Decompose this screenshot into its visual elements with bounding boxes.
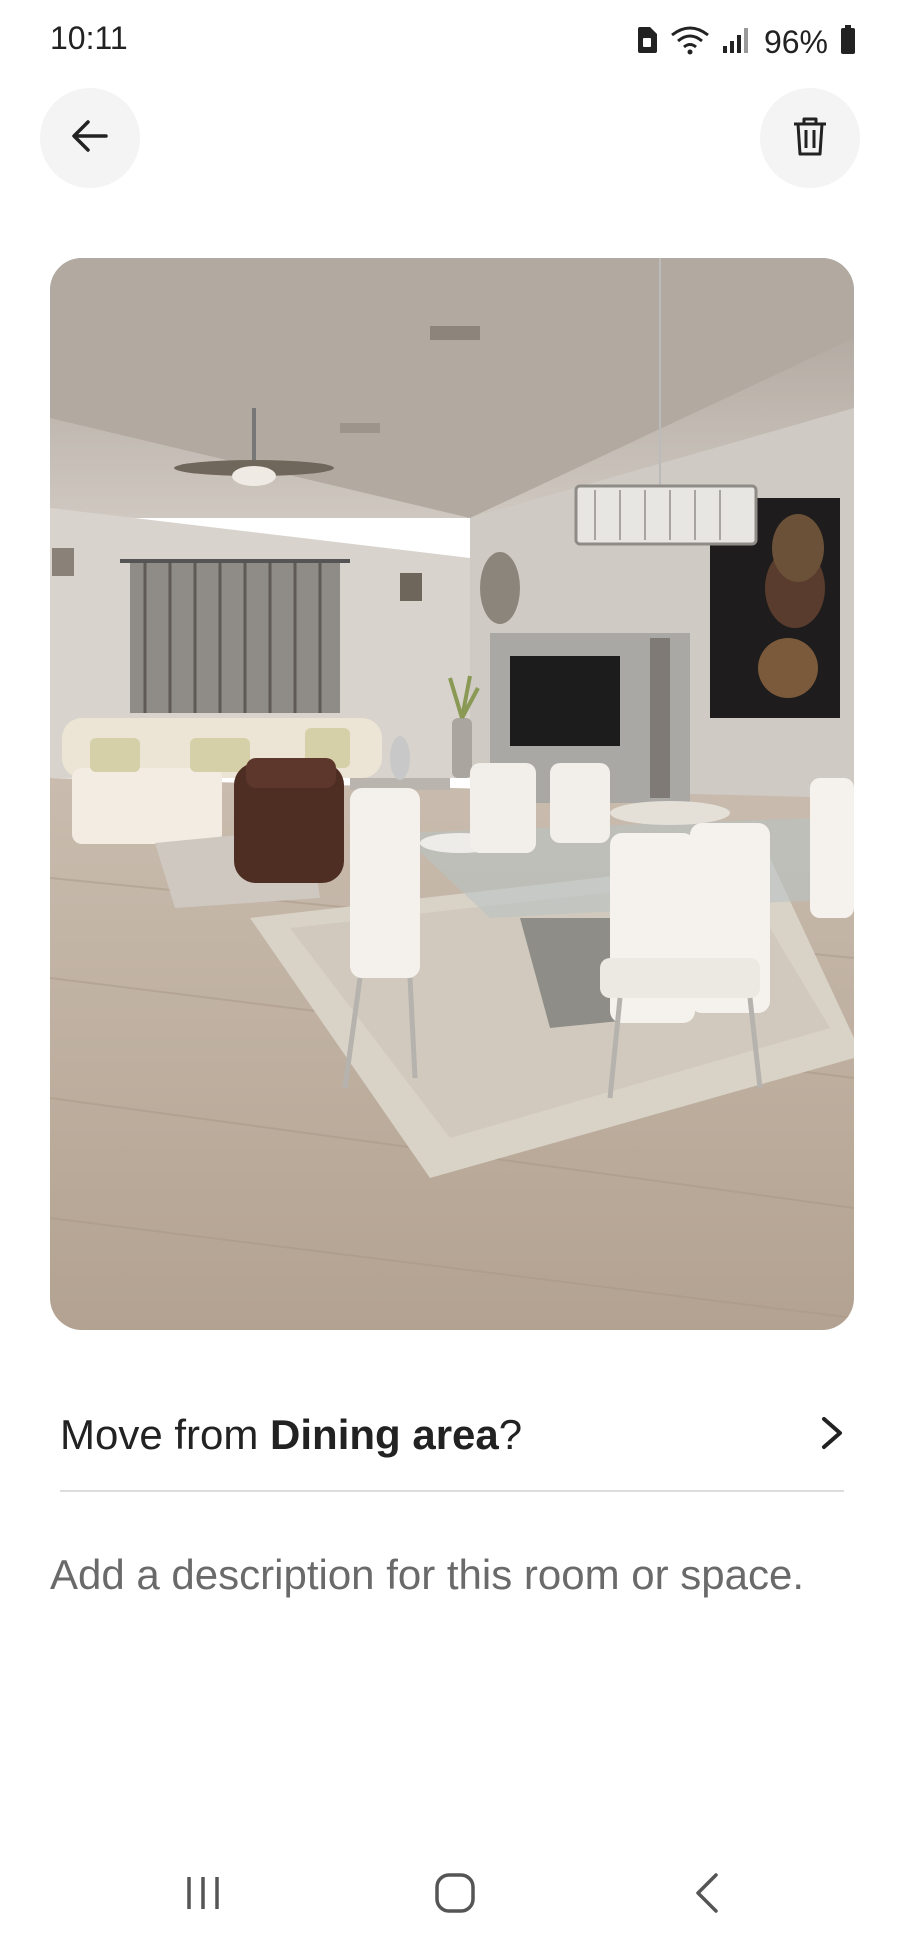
recent-apps-button[interactable] — [158, 1860, 248, 1930]
battery-percent: 96% — [763, 23, 828, 60]
status-icons: 96% — [636, 20, 856, 64]
move-prefix: Move from — [60, 1411, 271, 1458]
current-room-name: Dining area — [270, 1411, 499, 1458]
system-back-button[interactable] — [662, 1860, 752, 1930]
back-button[interactable] — [40, 88, 140, 188]
move-room-row[interactable]: Move from Dining area? — [60, 1380, 844, 1490]
room-photo[interactable] — [50, 258, 854, 1330]
trash-icon — [792, 116, 828, 161]
signal-icon — [722, 26, 752, 59]
status-bar: 10:11 96% — [0, 0, 900, 84]
move-suffix: ? — [498, 1411, 523, 1458]
sim-card-icon — [636, 26, 658, 59]
system-nav-bar — [0, 1840, 900, 1950]
delete-photo-button[interactable] — [760, 88, 860, 188]
nav-back-icon — [692, 1871, 722, 1920]
home-icon — [433, 1871, 477, 1920]
divider — [60, 1490, 844, 1492]
recent-apps-icon — [183, 1873, 223, 1918]
move-room-label: Move from Dining area? — [60, 1411, 522, 1459]
description-field[interactable]: Add a description for this room or space… — [50, 1540, 830, 1690]
arrow-left-icon — [70, 116, 110, 161]
home-button[interactable] — [410, 1860, 500, 1930]
status-time: 10:11 — [50, 20, 128, 56]
battery-icon — [840, 24, 856, 60]
wifi-icon — [670, 25, 710, 60]
chevron-right-icon — [820, 1415, 844, 1456]
